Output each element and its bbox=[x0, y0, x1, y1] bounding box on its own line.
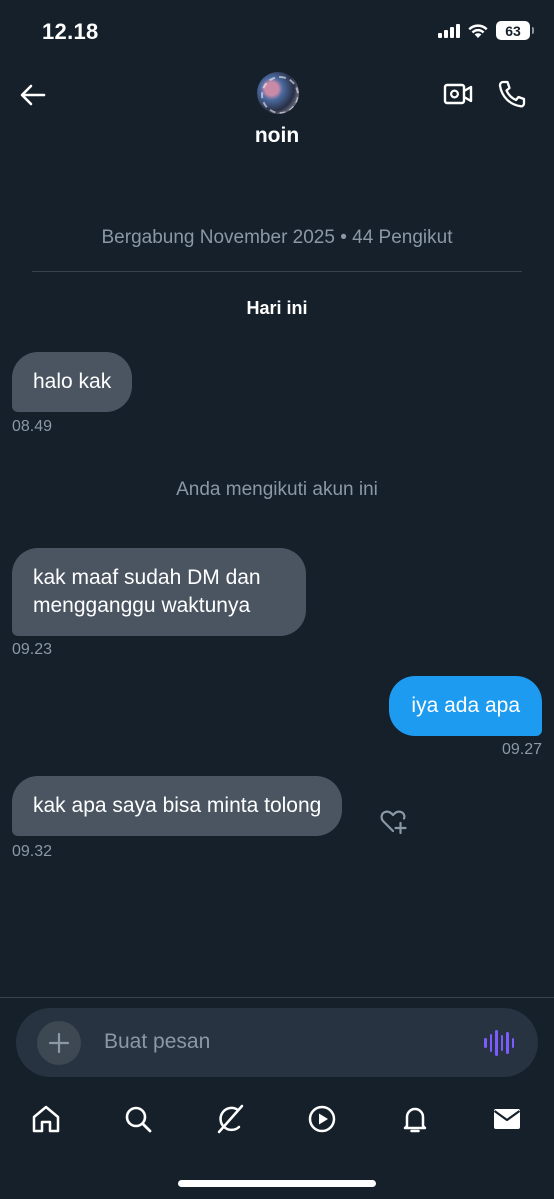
status-time: 12.18 bbox=[42, 19, 99, 44]
nav-search[interactable] bbox=[121, 1102, 155, 1136]
attach-plus-button[interactable] bbox=[37, 1021, 81, 1065]
wifi-icon bbox=[468, 23, 488, 38]
nav-notifications[interactable] bbox=[398, 1102, 432, 1136]
contact-avatar[interactable] bbox=[257, 72, 299, 114]
message-timestamp: 09.32 bbox=[12, 843, 53, 860]
grok-icon bbox=[217, 1104, 244, 1134]
cellular-signal-icon bbox=[438, 23, 460, 38]
incoming-message[interactable]: kak maaf sudah DM dan mengganggu waktuny… bbox=[12, 548, 306, 636]
incoming-message[interactable]: kak apa saya bisa minta tolong bbox=[12, 776, 343, 836]
search-icon bbox=[125, 1106, 152, 1133]
message-composer bbox=[16, 1008, 538, 1077]
home-icon bbox=[32, 1105, 60, 1133]
incoming-message[interactable]: halo kak bbox=[12, 352, 133, 412]
status-bar: 12.18 63 bbox=[0, 0, 554, 64]
conversation-header: noin bbox=[0, 64, 554, 164]
date-separator: Hari ini bbox=[246, 298, 308, 318]
video-play-icon bbox=[308, 1105, 336, 1133]
plus-icon bbox=[48, 1032, 70, 1054]
profile-join-info: Bergabung November 2025 • 44 Pengikut bbox=[101, 227, 453, 248]
battery-icon: 63 bbox=[496, 21, 534, 40]
add-reaction-heart-icon[interactable] bbox=[378, 806, 408, 836]
message-timestamp: 09.23 bbox=[12, 641, 53, 658]
bell-icon bbox=[403, 1107, 427, 1133]
home-indicator bbox=[178, 1180, 376, 1187]
message-timestamp: 09.27 bbox=[501, 741, 542, 758]
nav-grok[interactable] bbox=[213, 1102, 247, 1136]
nav-video[interactable] bbox=[305, 1102, 339, 1136]
message-input[interactable] bbox=[104, 1020, 454, 1064]
composer-divider bbox=[0, 997, 554, 998]
contact-name[interactable]: noin bbox=[0, 124, 554, 148]
message-timestamp: 08.49 bbox=[12, 418, 53, 435]
back-arrow-icon[interactable] bbox=[18, 80, 48, 110]
nav-home[interactable] bbox=[29, 1102, 63, 1136]
mail-icon bbox=[493, 1109, 521, 1129]
voice-message-icon[interactable] bbox=[484, 1029, 514, 1057]
video-call-icon[interactable] bbox=[442, 78, 474, 110]
dm-conversation-screen: 12.18 63 noin Bergabung November 2025 • … bbox=[0, 0, 554, 1199]
outgoing-message[interactable]: iya ada apa bbox=[389, 676, 542, 736]
nav-messages[interactable] bbox=[490, 1102, 524, 1136]
status-icons: 63 bbox=[438, 21, 534, 40]
battery-level: 63 bbox=[505, 22, 521, 39]
follow-notice: Anda mengikuti akun ini bbox=[176, 479, 378, 500]
phone-call-icon[interactable] bbox=[496, 78, 526, 110]
bottom-navigation bbox=[0, 1092, 554, 1152]
divider bbox=[32, 271, 522, 272]
